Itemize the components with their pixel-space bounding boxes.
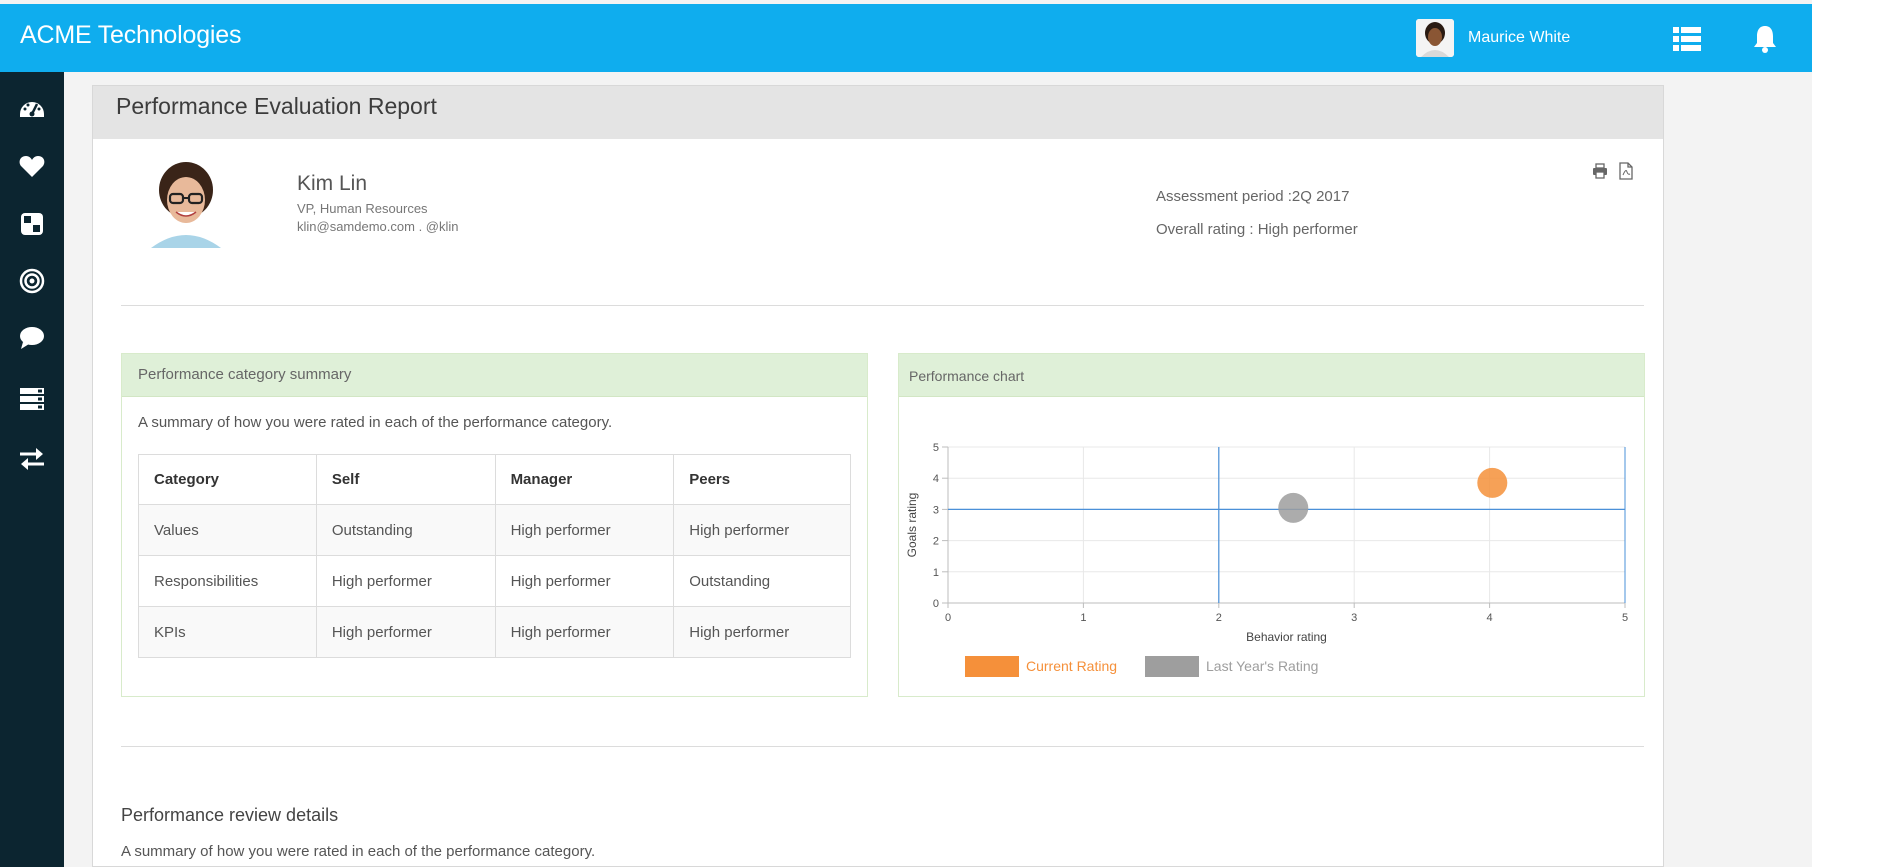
legend-label[interactable]: Current Rating: [1026, 658, 1117, 674]
list-icon[interactable]: [16, 383, 48, 415]
category-summary-panel: Performance category summary A summary o…: [121, 353, 868, 697]
target-icon[interactable]: [16, 265, 48, 297]
performance-scatter-chart: 0 1 2 3 4 5 0 1 2 3 4 5 Behavior rating Goals rating C…: [905, 442, 1628, 677]
performance-chart-panel: Performance chart 0 1 2 3 4 5 0 1 2 3 4 5 Behavior r…: [898, 353, 1645, 697]
table-row: Responsibilities High performer High per…: [138, 555, 851, 607]
divider: [121, 746, 1644, 747]
column-header: Self: [315, 454, 496, 505]
category-summary-description: A summary of how you were rated in each …: [138, 414, 613, 431]
sidebar: [0, 72, 64, 867]
top-navbar: ACME Technologies Maurice White: [0, 4, 1812, 72]
x-tick-label: 3: [1351, 612, 1357, 624]
legend-label[interactable]: Last Year's Rating: [1206, 658, 1318, 674]
x-tick-label: 5: [1622, 612, 1628, 624]
employee-name: Kim Lin: [297, 172, 368, 195]
table-cell: Values: [138, 504, 317, 556]
table-cell: High performer: [494, 504, 675, 556]
x-tick-label: 1: [1080, 612, 1086, 624]
table-cell: High performer: [673, 504, 851, 556]
table-row: KPIs High performer High performer High …: [138, 606, 851, 658]
y-tick-label: 1: [933, 567, 939, 579]
table-header-row: Category Self Manager Peers: [138, 454, 851, 505]
performance-chart-heading: Performance chart: [899, 354, 1644, 397]
table-row: Values Outstanding High performer High p…: [138, 504, 851, 556]
review-details-title: Performance review details: [121, 805, 339, 825]
user-menu[interactable]: Maurice White: [1416, 19, 1570, 57]
table-cell: Outstanding: [315, 504, 496, 556]
print-icon[interactable]: [1592, 163, 1608, 179]
dashboard-icon[interactable]: [16, 92, 48, 124]
x-tick-label: 4: [1487, 612, 1493, 624]
legend-swatch[interactable]: [965, 656, 1019, 677]
table-cell: High performer: [315, 606, 496, 658]
table-cell: High performer: [494, 555, 675, 607]
table-cell: Outstanding: [673, 555, 851, 607]
table-cell: Responsibilities: [138, 555, 317, 607]
x-axis-label: Behavior rating: [1246, 630, 1327, 644]
chat-icon[interactable]: [16, 322, 48, 354]
grid-icon[interactable]: [16, 208, 48, 240]
legend-swatch[interactable]: [1145, 656, 1199, 677]
table-cell: High performer: [673, 606, 851, 658]
brand-name[interactable]: ACME Technologies: [20, 21, 241, 50]
x-tick-label: 2: [1216, 612, 1222, 624]
transfer-icon[interactable]: [16, 443, 48, 475]
page-title: Performance Evaluation Report: [116, 93, 437, 119]
divider: [121, 305, 1644, 306]
employee-contact[interactable]: klin@samdemo.com . @klin: [297, 219, 459, 234]
y-tick-label: 0: [933, 598, 939, 610]
column-header: Manager: [494, 454, 675, 505]
report-card: Performance Evaluation Report Kim Lin VP…: [92, 85, 1664, 867]
assessment-period: Assessment period :2Q 2017: [1156, 188, 1350, 205]
employee-role: VP, Human Resources: [297, 201, 428, 216]
data-point: [1477, 467, 1508, 498]
table-cell: KPIs: [138, 606, 317, 658]
overall-rating: Overall rating : High performer: [1156, 221, 1358, 238]
y-axis-label: Goals rating: [905, 493, 919, 558]
category-summary-heading: Performance category summary: [122, 354, 867, 397]
column-header: Peers: [673, 454, 851, 505]
user-name[interactable]: Maurice White: [1468, 29, 1570, 47]
y-tick-label: 5: [933, 442, 939, 454]
review-details-description: A summary of how you were rated in each …: [121, 843, 596, 860]
column-header: Category: [138, 454, 317, 505]
list-view-icon[interactable]: [1671, 24, 1703, 54]
pdf-icon[interactable]: [1619, 162, 1633, 180]
bell-icon[interactable]: [1749, 24, 1781, 54]
app-window: ACME Technologies Maurice White Performa…: [0, 0, 1812, 867]
user-avatar[interactable]: [1416, 19, 1454, 57]
x-tick-label: 0: [945, 612, 951, 624]
table-cell: High performer: [315, 555, 496, 607]
heart-icon[interactable]: [16, 150, 48, 182]
table-cell: High performer: [494, 606, 675, 658]
data-point: [1278, 492, 1309, 523]
y-tick-label: 4: [933, 473, 939, 485]
profile-photo: [143, 160, 229, 248]
category-table: Category Self Manager Peers Values Outst…: [138, 454, 851, 658]
y-tick-label: 3: [933, 504, 939, 516]
page-header: Performance Evaluation Report: [93, 86, 1663, 139]
y-tick-label: 2: [933, 536, 939, 548]
